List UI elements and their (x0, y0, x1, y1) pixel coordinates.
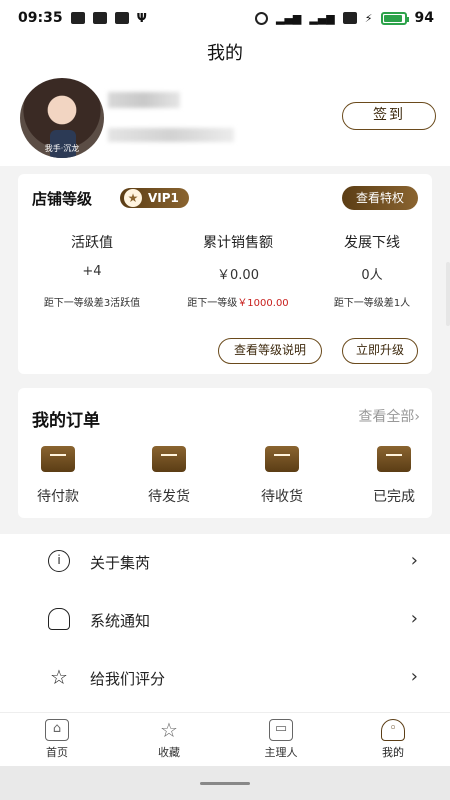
chevron-right-icon: › (410, 550, 418, 571)
order-pending-payment[interactable]: 待付款 (18, 446, 98, 506)
chevron-right-icon: › (410, 666, 418, 687)
stat-note: 距下一等级差1人 (333, 298, 411, 309)
stat-label: 活跃值 (71, 235, 113, 251)
stat-sales: 累计销售额 ￥0.00 距下一等级￥1000.00 (160, 232, 316, 309)
stat-label: 累计销售额 (203, 235, 273, 251)
upgrade-button[interactable]: 立即升级 (342, 338, 418, 364)
stat-value: ￥0.00 (217, 268, 259, 283)
vip-badge: ★ VIP1 (120, 188, 189, 208)
tab-label: 主理人 (264, 746, 298, 759)
stat-downline: 发展下线 0人 距下一等级差1人 (320, 232, 424, 309)
tab-owner[interactable]: ▭ 主理人 (246, 719, 316, 760)
order-label: 待发货 (148, 489, 190, 505)
stat-note: 距下一等级￥1000.00 (187, 298, 289, 309)
notification-icon (70, 12, 85, 24)
home-gesture-handle[interactable] (200, 782, 250, 785)
completed-box-icon (377, 446, 411, 472)
star-icon: ☆ (160, 718, 178, 742)
vip-star-icon: ★ (124, 189, 142, 207)
order-completed[interactable]: 已完成 (354, 446, 434, 506)
person-icon: ◦ (381, 719, 405, 741)
battery-icon (380, 11, 409, 25)
system-nav-bar (0, 766, 450, 800)
charging-icon: ⚡ (364, 11, 373, 25)
status-right: ▂▄▆ ▂▄▆ ⚡ 94 (255, 10, 434, 26)
orders-title: 我的订单 (32, 411, 100, 431)
paw-app-icon (92, 12, 107, 24)
order-label: 已完成 (373, 489, 415, 505)
bell-icon (48, 608, 70, 630)
vip-label: VIP1 (148, 191, 179, 205)
chevron-right-icon: › (414, 409, 420, 425)
order-pending-receipt[interactable]: 待收货 (242, 446, 322, 506)
order-label: 待收货 (261, 489, 303, 505)
tab-label: 我的 (382, 746, 404, 759)
tab-label: 首页 (46, 746, 68, 759)
order-label: 待付款 (37, 489, 79, 505)
usb-icon: Ψ (136, 11, 147, 25)
shop-icon: ▭ (269, 719, 293, 741)
signal2-icon: ▂▄▆ (309, 11, 335, 25)
stat-value: 0人 (361, 268, 383, 283)
info-icon: i (48, 550, 70, 572)
shop-level-card: 店铺等级 ★ VIP1 查看特权 活跃值 +4 距下一等级差3活跃值 累计销售额… (18, 174, 432, 374)
wallet-icon (41, 446, 75, 472)
orders-card: 我的订单 查看全部› 待付款 待发货 待收货 已完成 (18, 388, 432, 518)
level-explain-button[interactable]: 查看等级说明 (218, 338, 322, 364)
menu-item-label: 给我们评分 (90, 670, 166, 688)
status-left: 09:35 Ψ (18, 10, 147, 26)
battery-percent: 94 (414, 10, 434, 26)
profile-section: 我手·沉龙 签到 (0, 76, 450, 166)
stat-active: 活跃值 +4 距下一等级差3活跃值 (26, 232, 158, 309)
tab-home[interactable]: ⌂ 首页 (22, 719, 92, 760)
battery-level (383, 14, 403, 22)
view-privilege-button[interactable]: 查看特权 (342, 186, 418, 210)
stat-value: +4 (82, 264, 102, 279)
edge-handle[interactable] (446, 262, 450, 326)
chevron-right-icon: › (410, 608, 418, 629)
menu-item-notifications[interactable]: 系统通知 › (0, 592, 450, 650)
tab-favorites[interactable]: ☆ 收藏 (134, 719, 204, 760)
delivery-box-icon (265, 446, 299, 472)
clock-time: 09:35 (18, 10, 63, 26)
signin-button[interactable]: 签到 (342, 102, 436, 130)
bottom-tab-bar: ⌂ 首页 ☆ 收藏 ▭ 主理人 ◦ 我的 (0, 712, 450, 766)
star-icon: ☆ (50, 665, 68, 689)
android-icon (114, 12, 129, 24)
avatar[interactable]: 我手·沉龙 (20, 78, 104, 158)
view-all-orders-link[interactable]: 查看全部› (358, 406, 420, 426)
menu-item-about[interactable]: i 关于集芮 › (0, 534, 450, 592)
home-icon: ⌂ (45, 719, 69, 741)
avatar-caption: 我手·沉龙 (44, 144, 80, 153)
order-pending-shipment[interactable]: 待发货 (129, 446, 209, 506)
page-title: 我的 (0, 36, 450, 76)
username-blurred (108, 92, 180, 108)
menu-item-label: 关于集芮 (90, 554, 151, 572)
settings-menu: i 关于集芮 › 系统通知 › ☆ 给我们评分 › (0, 534, 450, 712)
alarm-icon (255, 11, 268, 25)
stat-label: 发展下线 (344, 235, 400, 251)
nfc-icon (342, 12, 357, 24)
user-id-blurred (108, 128, 234, 142)
signal-icon: ▂▄▆ (276, 11, 302, 25)
menu-item-rate[interactable]: ☆ 给我们评分 › (0, 650, 450, 708)
status-bar: 09:35 Ψ ▂▄▆ ▂▄▆ ⚡ 94 (0, 0, 450, 36)
package-icon (152, 446, 186, 472)
menu-item-label: 系统通知 (90, 612, 151, 630)
stat-note: 距下一等级差3活跃值 (43, 298, 141, 309)
shop-level-title: 店铺等级 (32, 190, 93, 208)
tab-mine[interactable]: ◦ 我的 (358, 719, 428, 760)
tab-label: 收藏 (158, 746, 180, 759)
